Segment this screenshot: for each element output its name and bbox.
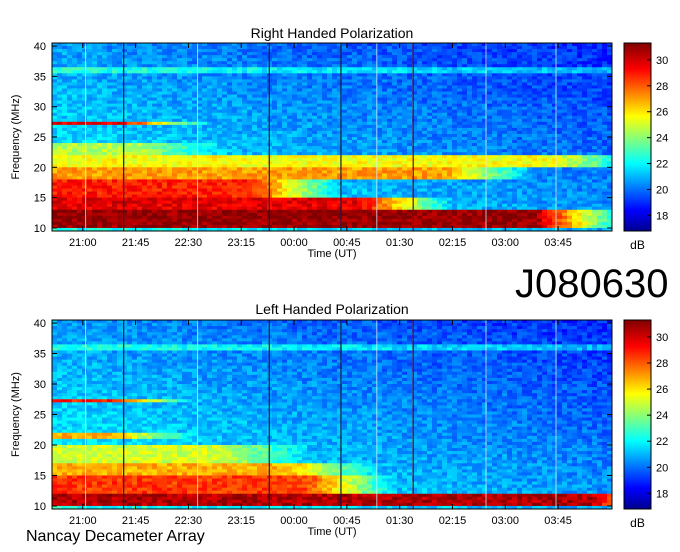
y-axis-label: Frequency (MHz) [10,372,22,457]
x-tick-label: 22:30 [175,515,203,527]
x-tick-label: 22:30 [175,237,203,249]
colorbar-tick-label: 24 [656,410,668,422]
x-tick-label: 23:15 [227,237,255,249]
colorbar [623,319,652,510]
colorbar-tick-label: 28 [656,81,668,93]
colorbar-label: dB [630,516,645,530]
panel-title: Left Handed Polarization [255,301,408,317]
x-tick-label: 21:00 [69,515,97,527]
x-tick-label: 02:15 [439,515,467,527]
x-tick-label: 03:00 [491,237,519,249]
instrument-label: Nancay Decameter Array [26,528,205,545]
y-tick-label: 25 [34,132,46,144]
panel-right-polarization: Right Handed Polarization 10 15 20 25 30 35 40 F… [10,25,668,260]
colorbar-tick-label: 26 [656,384,668,396]
colorbar-tick-label: 26 [656,107,668,119]
x-tick-label: 00:00 [280,515,308,527]
colorbar-label: dB [630,238,645,252]
y-tick-label: 35 [34,71,46,83]
x-axis-label: Time (UT) [307,248,356,260]
x-tick-label: 03:00 [491,515,519,527]
y-tick-label: 40 [34,318,46,330]
y-tick-label: 20 [34,440,46,452]
y-axis-label: Frequency (MHz) [10,95,22,180]
x-tick-label: 01:30 [386,237,414,249]
y-tick-label: 30 [34,102,46,114]
heatmap-cells [52,43,613,232]
x-tick-label: 03:45 [544,515,572,527]
y-tick-label: 10 [34,223,46,235]
x-tick-label: 01:30 [386,515,414,527]
panel-left-polarization: Left Handed Polarization 10 15 20 25 30 35 40 Fr… [10,301,668,538]
y-tick-label: 20 [34,162,46,174]
x-tick-label: 23:15 [227,515,255,527]
x-tick-label: 21:45 [122,237,150,249]
y-tick-label: 15 [34,470,46,482]
colorbar-tick-label: 22 [656,436,668,448]
colorbar-tick-label: 18 [656,488,668,500]
y-tick-label: 40 [34,41,46,53]
panel-title: Right Handed Polarization [251,25,414,41]
y-tick-label: 30 [34,379,46,391]
colorbar-tick-label: 24 [656,133,668,145]
x-tick-label: 21:45 [122,515,150,527]
colorbar-tick-label: 18 [656,210,668,222]
x-tick-label: 02:15 [439,237,467,249]
colorbar-tick-label: 30 [656,55,668,67]
x-tick-label: 00:00 [280,237,308,249]
x-tick-label: 03:45 [544,237,572,249]
colorbar-tick-label: 22 [656,159,668,171]
colorbar-tick-label: 20 [656,462,668,474]
heatmap-cells [52,320,613,510]
observation-id: J080630 [515,262,669,306]
y-tick-label: 25 [34,410,46,422]
y-tick-label: 15 [34,193,46,205]
x-axis-label: Time (UT) [307,526,356,538]
colorbar-tick-label: 30 [656,332,668,344]
colorbar-tick-label: 28 [656,358,668,370]
colorbar-tick-label: 20 [656,185,668,197]
y-tick-label: 35 [34,349,46,361]
x-tick-label: 21:00 [69,237,97,249]
colorbar [623,42,652,232]
y-tick-label: 10 [34,501,46,513]
